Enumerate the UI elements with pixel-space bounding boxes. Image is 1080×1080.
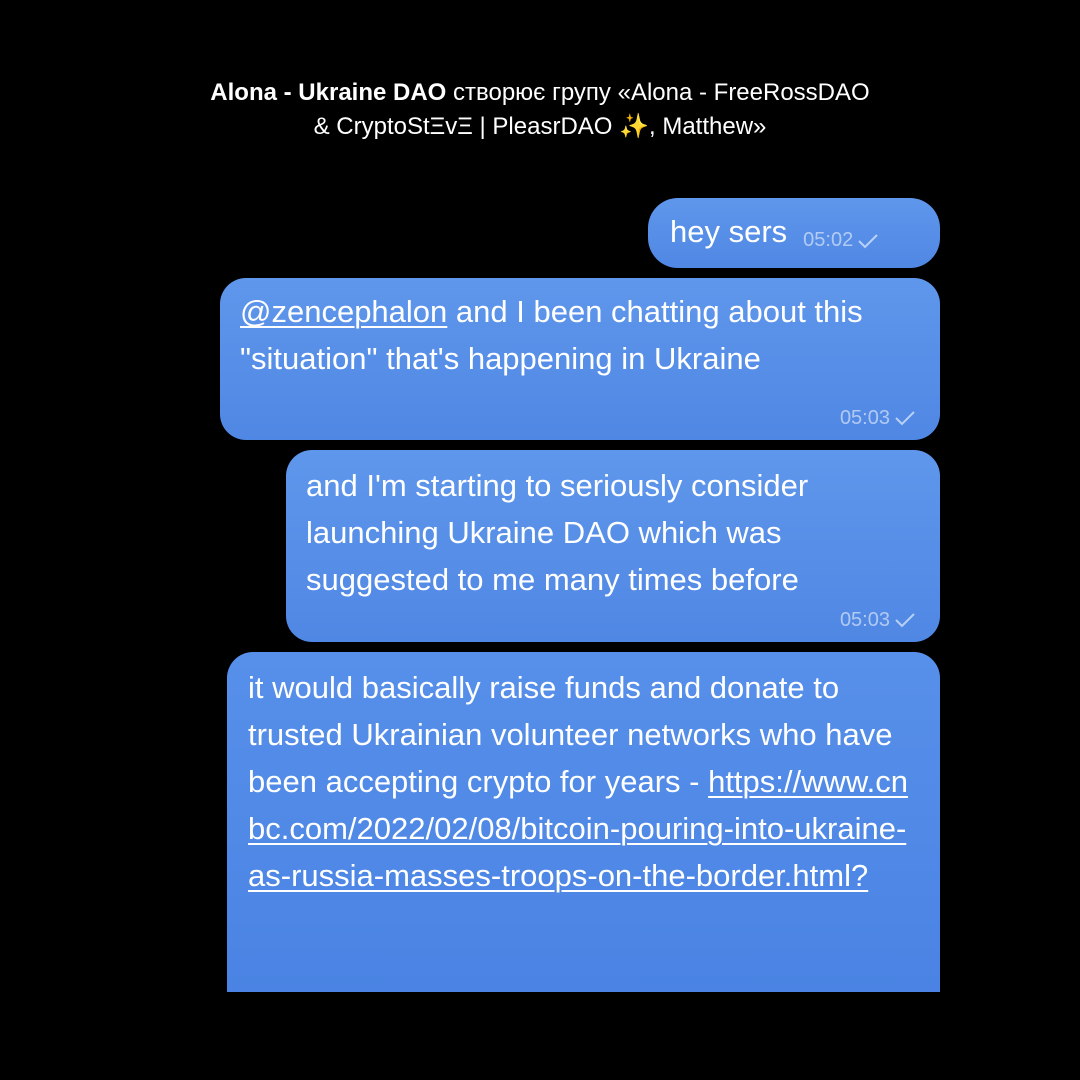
outgoing-message-bubble[interactable]: hey sers 05:02 <box>648 198 940 268</box>
message-time: 05:02 <box>803 229 854 251</box>
check-icon <box>894 409 916 427</box>
outgoing-message-bubble[interactable]: and I'm starting to seriously consider l… <box>286 450 940 642</box>
message-time: 05:03 <box>839 609 890 631</box>
check-icon <box>857 232 879 250</box>
check-icon <box>894 611 916 629</box>
group-created-service-message: Alona - Ukraine DAO створює групу «Alona… <box>200 76 880 144</box>
outgoing-message-bubble[interactable]: @zencephalon and I been chatting about t… <box>220 278 940 440</box>
message-meta: 05:02 <box>803 217 879 264</box>
message-time: 05:03 <box>839 407 890 429</box>
message-meta: 05:03 <box>840 610 916 630</box>
message-text: and I'm starting to seriously consider l… <box>306 468 817 597</box>
outgoing-message-bubble[interactable]: it would basically raise funds and donat… <box>227 652 940 992</box>
service-message-actor: Alona - Ukraine DAO <box>210 79 447 106</box>
message-text: hey sers <box>670 214 788 249</box>
user-mention-link[interactable]: @zencephalon <box>240 294 447 329</box>
message-meta: 05:03 <box>840 408 916 428</box>
